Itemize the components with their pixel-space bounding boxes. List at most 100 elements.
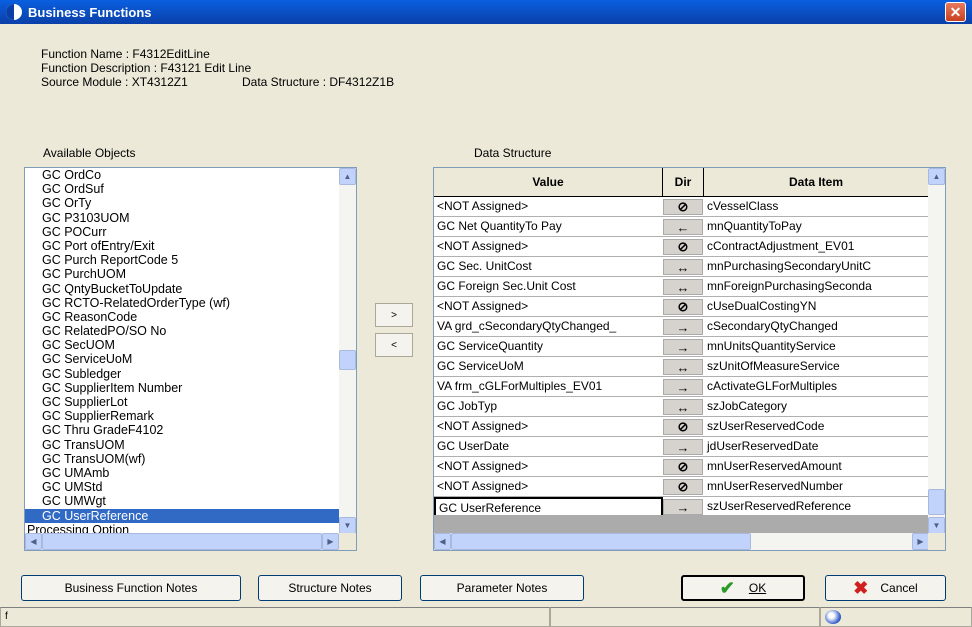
value-cell[interactable]: GC JobTyp: [434, 397, 663, 417]
table-row[interactable]: GC ServiceUoM ↔ szUnitOfMeasureService: [434, 357, 929, 377]
list-item[interactable]: GC ReasonCode: [25, 310, 339, 324]
direction-out-icon[interactable]: →: [663, 339, 703, 355]
list-item[interactable]: GC POCurr: [25, 225, 339, 239]
list-item[interactable]: GC OrdCo: [25, 168, 339, 182]
direction-both-icon[interactable]: ↔: [663, 359, 703, 375]
table-row[interactable]: GC Net QuantityTo Pay ← mnQuantityToPay: [434, 217, 929, 237]
h-scroll-thumb[interactable]: [42, 533, 322, 550]
value-cell[interactable]: VA grd_cSecondaryQtyChanged_: [434, 317, 663, 337]
value-cell[interactable]: <NOT Assigned>: [434, 477, 663, 497]
table-row[interactable]: <NOT Assigned> ⊘ cContractAdjustment_EV01: [434, 237, 929, 257]
list-item[interactable]: GC RelatedPO/SO No: [25, 324, 339, 338]
scroll-thumb[interactable]: [928, 489, 945, 515]
table-row[interactable]: <NOT Assigned> ⊘ cUseDualCostingYN: [434, 297, 929, 317]
list-vertical-scrollbar[interactable]: ▲ ▼: [339, 168, 356, 534]
list-item[interactable]: GC SecUOM: [25, 338, 339, 352]
direction-none-icon[interactable]: ⊘: [663, 459, 703, 475]
list-item[interactable]: GC UMWgt: [25, 494, 339, 508]
scroll-up-icon[interactable]: ▲: [339, 168, 356, 185]
direction-out-icon[interactable]: →: [663, 319, 703, 335]
list-item[interactable]: GC ServiceUoM: [25, 352, 339, 366]
scroll-right-icon[interactable]: ▶: [912, 533, 929, 550]
scroll-down-icon[interactable]: ▼: [928, 517, 945, 534]
parameter-notes-button[interactable]: Parameter Notes: [420, 575, 584, 601]
value-cell[interactable]: GC Sec. UnitCost: [434, 257, 663, 277]
grid-horizontal-scrollbar[interactable]: ◀ ▶: [434, 533, 929, 550]
value-cell[interactable]: GC ServiceQuantity: [434, 337, 663, 357]
direction-none-icon[interactable]: ⊘: [663, 419, 703, 435]
close-button[interactable]: ✕: [945, 2, 966, 22]
table-row[interactable]: <NOT Assigned> ⊘ mnUserReservedAmount: [434, 457, 929, 477]
list-item[interactable]: GC PurchUOM: [25, 267, 339, 281]
structure-notes-button[interactable]: Structure Notes: [258, 575, 402, 601]
table-row[interactable]: <NOT Assigned> ⊘ cVesselClass: [434, 197, 929, 217]
direction-out-icon[interactable]: →: [663, 499, 703, 515]
table-row[interactable]: GC JobTyp ↔ szJobCategory: [434, 397, 929, 417]
scroll-left-icon[interactable]: ◀: [25, 533, 42, 550]
h-scroll-thumb[interactable]: [451, 533, 751, 550]
value-cell[interactable]: GC UserDate: [434, 437, 663, 457]
table-row[interactable]: VA grd_cSecondaryQtyChanged_ → cSecondaryQ…: [434, 317, 929, 337]
scroll-up-icon[interactable]: ▲: [928, 168, 945, 185]
table-row[interactable]: <NOT Assigned> ⊘ mnUserReservedNumber: [434, 477, 929, 497]
list-item[interactable]: GC UMStd: [25, 480, 339, 494]
list-horizontal-scrollbar[interactable]: ◀ ▶: [25, 533, 339, 550]
value-cell[interactable]: <NOT Assigned>: [434, 237, 663, 257]
value-cell[interactable]: <NOT Assigned>: [434, 457, 663, 477]
direction-both-icon[interactable]: ↔: [663, 399, 703, 415]
direction-out-icon[interactable]: →: [663, 379, 703, 395]
table-row[interactable]: GC Foreign Sec.Unit Cost ↔ mnForeignPurcha…: [434, 277, 929, 297]
add-button[interactable]: >: [375, 303, 413, 327]
value-cell[interactable]: VA frm_cGLForMultiples_EV01: [434, 377, 663, 397]
scroll-down-icon[interactable]: ▼: [339, 517, 356, 534]
column-header-dir[interactable]: Dir: [663, 168, 704, 197]
value-cell[interactable]: GC ServiceUoM: [434, 357, 663, 377]
value-cell[interactable]: <NOT Assigned>: [434, 297, 663, 317]
direction-both-icon[interactable]: ↔: [663, 259, 703, 275]
table-row[interactable]: VA frm_cGLForMultiples_EV01 → cActivateGLF…: [434, 377, 929, 397]
direction-in-icon[interactable]: ←: [663, 219, 703, 235]
cancel-button[interactable]: ✖ Cancel: [825, 575, 946, 601]
value-cell[interactable]: <NOT Assigned>: [434, 197, 663, 217]
table-row[interactable]: GC ServiceQuantity → mnUnitsQuantityServic…: [434, 337, 929, 357]
business-function-notes-button[interactable]: Business Function Notes: [21, 575, 241, 601]
available-objects-list[interactable]: GC OrdCo GC OrdSuf GC OrTy GC P3103UOM GC PO…: [24, 167, 357, 551]
list-item[interactable]: GC Port ofEntry/Exit: [25, 239, 339, 253]
table-row[interactable]: GC UserDate → jdUserReservedDate: [434, 437, 929, 457]
list-item[interactable]: GC P3103UOM: [25, 211, 339, 225]
list-item[interactable]: GC TransUOM: [25, 438, 339, 452]
value-cell[interactable]: GC UserReference: [434, 497, 663, 517]
list-item[interactable]: GC Purch ReportCode 5: [25, 253, 339, 267]
direction-none-icon[interactable]: ⊘: [663, 199, 703, 215]
value-cell[interactable]: GC Net QuantityTo Pay: [434, 217, 663, 237]
grid-vertical-scrollbar[interactable]: ▲ ▼: [928, 168, 945, 534]
list-item[interactable]: GC UserReference: [25, 508, 339, 523]
column-header-data-item[interactable]: Data Item: [704, 168, 929, 197]
list-item[interactable]: GC OrdSuf: [25, 182, 339, 196]
list-item[interactable]: GC QntyBucketToUpdate: [25, 282, 339, 296]
column-header-value[interactable]: Value: [434, 168, 663, 197]
direction-out-icon[interactable]: →: [663, 439, 703, 455]
list-item[interactable]: GC OrTy: [25, 196, 339, 210]
list-item[interactable]: GC SupplierLot: [25, 395, 339, 409]
list-item[interactable]: GC Thru GradeF4102: [25, 423, 339, 437]
scroll-left-icon[interactable]: ◀: [434, 533, 451, 550]
value-cell[interactable]: <NOT Assigned>: [434, 417, 663, 437]
scroll-thumb[interactable]: [339, 350, 356, 370]
ok-button[interactable]: ✔ OK: [681, 575, 805, 601]
table-row[interactable]: GC Sec. UnitCost ↔ mnPurchasingSecondaryUn…: [434, 257, 929, 277]
list-item[interactable]: GC RCTO-RelatedOrderType (wf): [25, 296, 339, 310]
list-item[interactable]: GC SupplierItem Number: [25, 381, 339, 395]
scroll-right-icon[interactable]: ▶: [322, 533, 339, 550]
remove-button[interactable]: <: [375, 333, 413, 357]
direction-none-icon[interactable]: ⊘: [663, 479, 703, 495]
list-item[interactable]: GC SupplierRemark: [25, 409, 339, 423]
list-item[interactable]: GC Subledger: [25, 367, 339, 381]
data-structure-grid[interactable]: Value Dir Data Item <NOT Assigned> ⊘ cVess…: [433, 167, 946, 551]
list-item[interactable]: GC TransUOM(wf): [25, 452, 339, 466]
table-row[interactable]: <NOT Assigned> ⊘ szUserReservedCode: [434, 417, 929, 437]
table-row[interactable]: GC UserReference → szUserReservedReference: [434, 497, 929, 517]
direction-both-icon[interactable]: ↔: [663, 279, 703, 295]
direction-none-icon[interactable]: ⊘: [663, 299, 703, 315]
list-item[interactable]: GC UMAmb: [25, 466, 339, 480]
